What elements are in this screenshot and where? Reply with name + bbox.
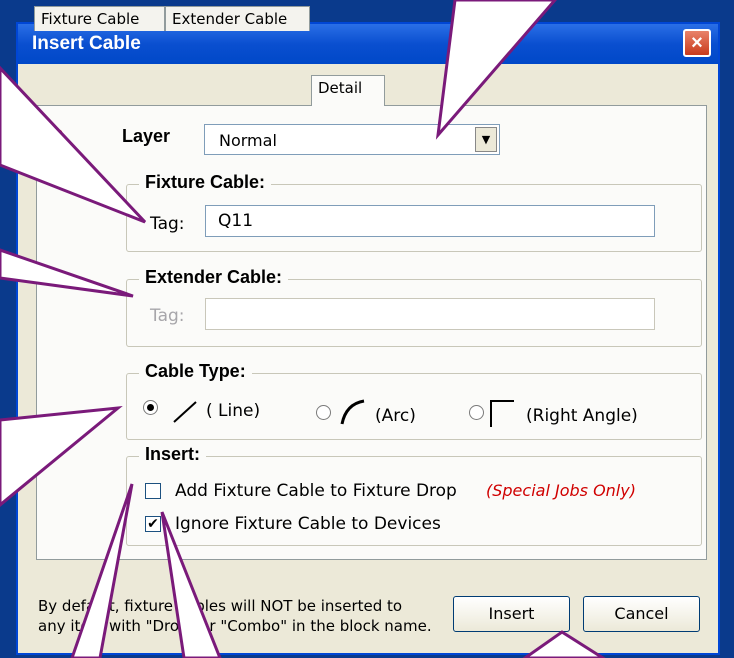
fixture-tag-input[interactable]: Q11 — [205, 205, 655, 237]
default-behavior-note: By default, fixture cables will NOT be i… — [38, 597, 432, 635]
cable-type-legend: Cable Type: — [139, 361, 252, 382]
chevron-down-icon[interactable]: ▼ — [475, 127, 497, 152]
check-icon: ✔ — [147, 516, 159, 532]
arc-radio[interactable] — [316, 405, 331, 420]
layer-value: Normal — [219, 131, 277, 150]
extender-tag-label: Tag: — [150, 306, 185, 326]
ignore-devices-checkbox[interactable]: ✔ — [145, 516, 161, 532]
extender-cable-legend: Extender Cable: — [139, 267, 289, 288]
special-jobs-note: (Special Jobs Only) — [486, 481, 636, 500]
add-fixture-drop-checkbox[interactable] — [145, 483, 161, 499]
right-angle-option-label: (Right Angle) — [526, 406, 638, 426]
arc-option-label: (Arc) — [375, 406, 416, 426]
insert-button[interactable]: Insert — [453, 596, 570, 632]
right-angle-icon — [490, 400, 514, 427]
add-fixture-drop-label: Add Fixture Cable to Fixture Drop — [175, 481, 457, 501]
tab-extender-cable[interactable]: Extender Cable — [165, 6, 310, 31]
fixture-cable-legend: Fixture Cable: — [139, 172, 272, 193]
insert-legend: Insert: — [139, 444, 207, 465]
fixture-tag-label: Tag: — [150, 214, 185, 234]
extender-tag-input[interactable] — [205, 298, 655, 330]
layer-label: Layer — [122, 126, 171, 146]
close-icon: × — [691, 32, 703, 54]
line-option-label: ( Line) — [206, 401, 261, 421]
line-icon — [173, 401, 197, 423]
ignore-devices-label: Ignore Fixture Cable to Devices — [175, 514, 441, 534]
right-angle-radio[interactable] — [469, 405, 484, 420]
line-radio[interactable] — [143, 400, 158, 415]
layer-dropdown[interactable]: Normal ▼ — [204, 124, 500, 155]
tab-detail[interactable]: Detail — [311, 75, 385, 106]
cancel-button[interactable]: Cancel — [583, 596, 700, 632]
step-marker: 3. — [52, 126, 71, 148]
dialog-title: Insert Cable — [32, 33, 141, 54]
tab-fixture-cable[interactable]: Fixture Cable — [34, 6, 165, 31]
arc-icon — [340, 399, 365, 425]
close-button[interactable]: × — [683, 29, 711, 57]
